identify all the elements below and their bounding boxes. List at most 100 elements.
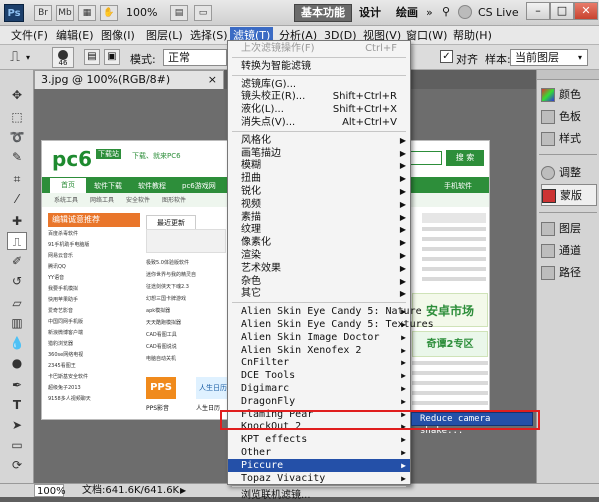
filter-menu-item[interactable]: 像素化 ▶ xyxy=(228,236,410,249)
filter-menu-item[interactable]: DCE Tools ▶ xyxy=(228,369,410,382)
workspace-design-button[interactable]: 设计 xyxy=(352,4,388,22)
filter-menu-item[interactable]: Other ▶ xyxy=(228,446,410,459)
menu-image[interactable]: 图像(I) xyxy=(98,27,138,44)
workspace-essentials-button[interactable]: 基本功能 xyxy=(294,4,352,22)
chevron-down-icon[interactable]: ▾ xyxy=(578,53,582,62)
blur-tool-icon[interactable]: 💧 xyxy=(7,334,27,352)
filter-menu-item[interactable]: 镜头校正(R)... Shift+Ctrl+R xyxy=(228,90,410,103)
clone-source-icon[interactable]: ▣ xyxy=(104,49,120,65)
filter-menu-item[interactable]: 锐化 ▶ xyxy=(228,185,410,198)
panel-swatches[interactable]: 色板 xyxy=(541,106,597,128)
maximize-button[interactable]: □ xyxy=(550,2,574,20)
status-menu-arrow-icon[interactable]: ▶ xyxy=(180,484,186,497)
panel-color[interactable]: 颜色 xyxy=(541,84,597,106)
gradient-tool-icon[interactable]: ▥ xyxy=(7,314,27,332)
crop-tool-icon[interactable]: ⌗ xyxy=(7,170,27,188)
panel-adjustments[interactable]: 调整 xyxy=(541,162,597,184)
eraser-tool-icon[interactable]: ▱ xyxy=(7,294,27,312)
filter-menu-item[interactable]: 扭曲 ▶ xyxy=(228,172,410,185)
cs-live-icon[interactable] xyxy=(458,5,472,19)
hand-icon[interactable]: ✋ xyxy=(100,5,118,21)
chevron-down-icon[interactable]: ▾ xyxy=(26,53,30,62)
filter-menu-item[interactable]: 转换为智能滤镜 xyxy=(228,60,410,73)
filter-menu-item[interactable]: 液化(L)... Shift+Ctrl+X xyxy=(228,103,410,116)
panel-styles[interactable]: 样式 xyxy=(541,128,597,150)
bridge-icon[interactable]: Br xyxy=(34,5,52,21)
filter-menu-item[interactable]: Digimarc ▶ xyxy=(228,382,410,395)
filter-menu-item[interactable]: 视频 ▶ xyxy=(228,198,410,211)
workspace-more-icon[interactable]: » xyxy=(426,6,433,19)
filter-menu-item[interactable]: DragonFly ▶ xyxy=(228,395,410,408)
panel-label: 样式 xyxy=(559,132,581,145)
panel-divider xyxy=(539,154,597,155)
filter-menu-item[interactable]: Alien Skin Eye Candy 5: Textures ▶ xyxy=(228,318,434,331)
move-tool-icon[interactable]: ✥ xyxy=(7,86,27,104)
filter-menu-item[interactable]: Alien Skin Xenofex 2 ▶ xyxy=(228,344,410,357)
filter-menu-item[interactable]: 艺术效果 ▶ xyxy=(228,262,410,275)
menu-file[interactable]: 文件(F) xyxy=(8,27,51,44)
panel-masks[interactable]: 蒙版 xyxy=(541,184,597,206)
healing-brush-tool-icon[interactable]: ✚ xyxy=(7,212,27,230)
filter-menu-item[interactable]: 纹理 ▶ xyxy=(228,223,410,236)
filter-menu-item[interactable]: 渲染 ▶ xyxy=(228,249,410,262)
dodge-tool-icon[interactable]: ● xyxy=(7,354,27,372)
filter-menu-item[interactable]: Topaz Vivacity ▶ xyxy=(228,472,410,485)
workspace-painting-button[interactable]: 绘画 xyxy=(389,4,425,22)
filter-menu-item[interactable]: 风格化 ▶ xyxy=(228,134,410,147)
cs-live-label[interactable]: CS Live xyxy=(478,6,519,19)
sample-select[interactable]: 当前图层 xyxy=(510,49,588,66)
filter-menu-item[interactable]: 素描 ▶ xyxy=(228,211,410,224)
filter-menu-item[interactable]: 其它 ▶ xyxy=(228,287,410,300)
screen-mode-icon[interactable]: ▭ xyxy=(194,5,212,21)
clone-stamp-tool-icon[interactable]: ⎍ xyxy=(6,48,24,66)
filter-menu-item[interactable]: Alien Skin Eye Candy 5: Nature ▶ xyxy=(228,305,422,318)
menu-layer[interactable]: 图层(L) xyxy=(143,27,186,44)
filter-menu-item[interactable]: 画笔描边 ▶ xyxy=(228,147,410,160)
artwork-nav-home: 首页 xyxy=(50,178,86,193)
history-brush-tool-icon[interactable]: ↺ xyxy=(7,272,27,290)
align-checkbox[interactable]: ✓ xyxy=(440,50,453,63)
panel-channels[interactable]: 通道 xyxy=(541,240,597,262)
menu-select[interactable]: 选择(S) xyxy=(187,27,231,44)
mode-select[interactable]: 正常 xyxy=(163,49,227,66)
filter-menu-item[interactable]: CnFilter ▶ xyxy=(228,356,410,369)
zoom-level[interactable]: 100% xyxy=(126,6,157,19)
3d-rotate-tool-icon[interactable]: ⟳ xyxy=(7,456,27,474)
artwork-mid-list-item: 天天酷跑模拟器 xyxy=(146,320,182,326)
type-tool-icon[interactable]: T xyxy=(7,396,27,414)
brush-preset-picker[interactable]: 46 xyxy=(52,47,74,68)
quick-select-tool-icon[interactable]: ✎ xyxy=(7,148,27,166)
filter-menu-item[interactable]: 滤镜库(G)... xyxy=(228,78,410,91)
document-tab[interactable]: 3.jpg @ 100%(RGB/8#) × xyxy=(34,70,224,89)
eyedropper-tool-icon[interactable]: ⁄ xyxy=(7,190,27,208)
filter-menu-item[interactable]: 消失点(V)... Alt+Ctrl+V xyxy=(228,116,410,129)
filter-menu-item[interactable]: 模糊 ▶ xyxy=(228,159,410,172)
shape-tool-icon[interactable]: ▭ xyxy=(7,436,27,454)
filter-menu-item[interactable]: KPT effects ▶ xyxy=(228,433,410,446)
filter-menu-item[interactable]: 杂色 ▶ xyxy=(228,275,410,288)
mini-bridge-icon[interactable]: Mb xyxy=(56,5,74,21)
artwork-mini-logo: 人生日历 xyxy=(196,377,230,399)
pen-tool-icon[interactable]: ✒ xyxy=(7,376,27,394)
brush-panel-icon[interactable]: ▤ xyxy=(84,49,100,65)
arrange-docs-icon[interactable]: ▤ xyxy=(170,5,188,21)
lasso-tool-icon[interactable]: ➰ xyxy=(7,128,27,146)
view-extras-icon[interactable]: ▦ xyxy=(78,5,96,21)
filter-menu-item[interactable]: Alien Skin Image Doctor ▶ xyxy=(228,331,410,344)
marquee-tool-icon[interactable]: ⬚ xyxy=(7,108,27,126)
filter-menu-item[interactable]: Piccure ▶ xyxy=(228,458,410,472)
close-tab-icon[interactable]: × xyxy=(208,71,217,89)
path-select-tool-icon[interactable]: ➤ xyxy=(7,416,27,434)
brush-tool-icon[interactable]: ✐ xyxy=(7,252,27,270)
close-window-button[interactable]: ✕ xyxy=(574,2,598,20)
status-zoom[interactable]: 100% xyxy=(34,484,66,497)
search-icon[interactable]: ⚲ xyxy=(442,5,450,18)
panel-layers[interactable]: 图层 xyxy=(541,218,597,240)
clone-stamp-tool-active-icon[interactable]: ⎍ xyxy=(7,232,27,250)
filter-menu-item[interactable]: 浏览联机滤镜... xyxy=(228,489,410,502)
panel-paths[interactable]: 路径 xyxy=(541,262,597,284)
menu-help[interactable]: 帮助(H) xyxy=(450,27,495,44)
menu-edit[interactable]: 编辑(E) xyxy=(53,27,97,44)
dock-header[interactable] xyxy=(537,70,599,80)
minimize-button[interactable]: – xyxy=(526,2,550,20)
